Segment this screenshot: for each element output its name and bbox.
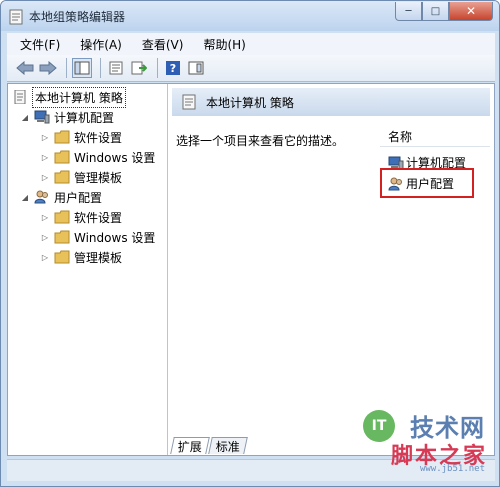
folder-icon: [54, 170, 70, 184]
tree-label: 软件设置: [74, 130, 123, 145]
properties-button[interactable]: [106, 58, 126, 78]
export-list-icon: [131, 61, 147, 75]
collapsed-arrow-icon[interactable]: ▷: [40, 213, 50, 222]
minimize-button[interactable]: ─: [395, 2, 422, 21]
show-pane-icon: [188, 61, 204, 75]
expanded-arrow-icon[interactable]: ◢: [20, 193, 30, 202]
tree-label: 本地计算机 策略: [32, 86, 126, 108]
tab-label: 扩展: [177, 440, 202, 454]
tab-label: 标准: [215, 440, 240, 454]
toolbar-separator: [66, 58, 67, 78]
tree-item-windows-settings[interactable]: ▷ Windows 设置: [40, 147, 155, 167]
tree-item-root[interactable]: 本地计算机 策略: [12, 86, 126, 108]
policy-document-icon: [14, 90, 26, 104]
users-icon: [34, 190, 48, 204]
properties-icon: [109, 61, 123, 75]
collapsed-arrow-icon[interactable]: ▷: [40, 173, 50, 182]
tree-item-user-config[interactable]: ◢ 用户配置: [20, 187, 102, 207]
tab-standard[interactable]: 标准: [208, 437, 248, 454]
help-icon: ?: [166, 61, 180, 75]
show-tree-button[interactable]: [72, 58, 92, 78]
tree-label: 管理模板: [74, 170, 123, 185]
back-button[interactable]: [15, 58, 35, 78]
folder-icon: [54, 130, 70, 144]
tree-label: 计算机配置: [54, 110, 115, 125]
toolbar-separator: [157, 58, 158, 78]
window-controls: ─ □ ✕: [395, 2, 493, 22]
site-watermark: IT 技术网 脚本之家 www.jb51.net: [363, 408, 493, 478]
tab-extended[interactable]: 扩展: [170, 437, 210, 454]
red-highlight-box: [380, 168, 474, 198]
tree-label: 用户配置: [54, 190, 103, 205]
maximize-button[interactable]: □: [422, 2, 449, 21]
menu-bar: 文件(F) 操作(A) 查看(V) 帮助(H): [7, 33, 495, 55]
column-header-divider: [380, 146, 490, 147]
tree-item-windows-settings[interactable]: ▷ Windows 设置: [40, 227, 155, 247]
tree-label: 管理模板: [74, 250, 123, 265]
back-arrow-icon: [16, 61, 34, 75]
tree-item-software-settings[interactable]: ▷ 软件设置: [40, 127, 122, 147]
menu-help[interactable]: 帮助(H): [190, 36, 252, 53]
folder-icon: [54, 150, 70, 164]
folder-icon: [54, 210, 70, 224]
tree-label: 软件设置: [74, 210, 123, 225]
collapsed-arrow-icon[interactable]: ▷: [40, 253, 50, 262]
details-header: 本地计算机 策略: [172, 88, 490, 116]
policy-editor-icon: [9, 9, 23, 25]
show-tree-icon: [74, 61, 90, 75]
window-title: 本地组策略编辑器: [29, 10, 126, 24]
tree-item-computer-config[interactable]: ◢ 计算机配置: [20, 107, 114, 127]
tree-item-admin-templates[interactable]: ▷ 管理模板: [40, 247, 122, 267]
tree-item-admin-templates[interactable]: ▷ 管理模板: [40, 167, 122, 187]
folder-icon: [54, 250, 70, 264]
view-tabs: 扩展 标准: [170, 436, 248, 454]
column-header-name[interactable]: 名称: [388, 128, 412, 145]
console-tree[interactable]: 本地计算机 策略 ◢ 计算机配置 ▷ 软件设置 ▷ Windows 设置 ▷ 管…: [8, 84, 168, 455]
forward-arrow-icon: [39, 61, 57, 75]
collapsed-arrow-icon[interactable]: ▷: [40, 233, 50, 242]
close-button[interactable]: ✕: [449, 2, 493, 21]
forward-button[interactable]: [38, 58, 58, 78]
menu-view[interactable]: 查看(V): [129, 36, 191, 53]
export-list-button[interactable]: [129, 58, 149, 78]
details-title: 本地计算机 策略: [206, 95, 294, 110]
toolbar-separator: [100, 58, 101, 78]
policy-document-icon: [182, 94, 196, 110]
expanded-arrow-icon[interactable]: ◢: [20, 113, 30, 122]
computer-icon: [34, 110, 50, 124]
menu-file[interactable]: 文件(F): [7, 36, 67, 53]
show-pane-button[interactable]: [186, 58, 206, 78]
help-button[interactable]: ?: [163, 58, 183, 78]
folder-icon: [54, 230, 70, 244]
tree-label: Windows 设置: [74, 150, 156, 165]
details-pane: 本地计算机 策略 选择一个项目来查看它的描述。 名称 计算机配置 用户配置 扩展…: [170, 84, 494, 455]
toolbar: ?: [7, 55, 495, 82]
menu-action[interactable]: 操作(A): [67, 36, 129, 53]
app-window: 本地组策略编辑器 ─ □ ✕ 文件(F) 操作(A) 查看(V) 帮助(H) ?…: [0, 0, 500, 487]
collapsed-arrow-icon[interactable]: ▷: [40, 133, 50, 142]
description-text: 选择一个项目来查看它的描述。: [176, 134, 345, 148]
tree-label: Windows 设置: [74, 230, 156, 245]
tree-item-software-settings[interactable]: ▷ 软件设置: [40, 207, 122, 227]
title-bar[interactable]: 本地组策略编辑器 ─ □ ✕: [1, 1, 499, 31]
collapsed-arrow-icon[interactable]: ▷: [40, 153, 50, 162]
main-content: 本地计算机 策略 ◢ 计算机配置 ▷ 软件设置 ▷ Windows 设置 ▷ 管…: [7, 83, 495, 456]
watermark-url: www.jb51.net: [419, 464, 485, 474]
